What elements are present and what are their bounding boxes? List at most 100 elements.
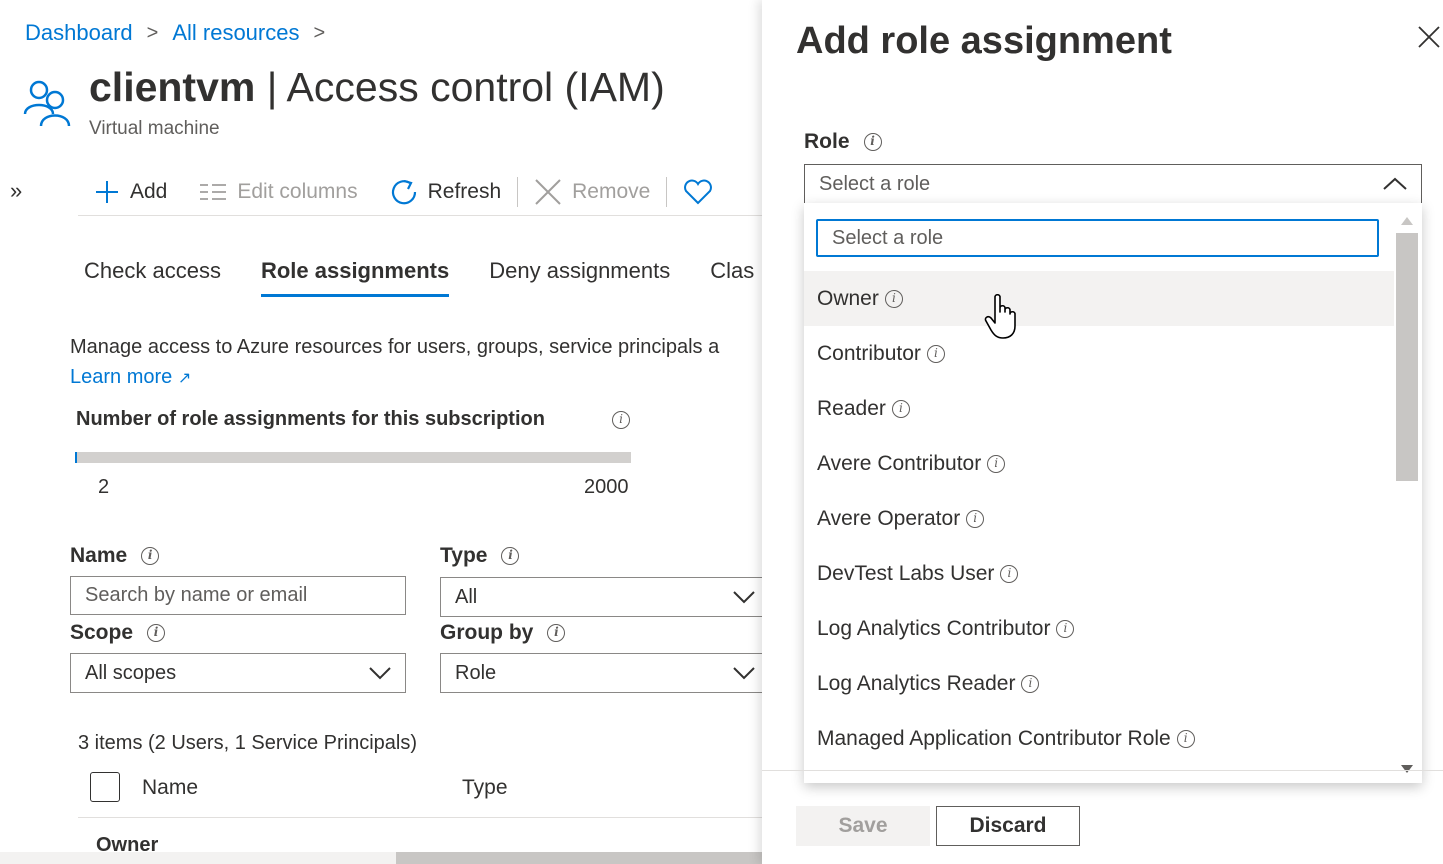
role-dropdown[interactable]: Select a role: [804, 164, 1422, 204]
role-count-current: 2: [98, 476, 110, 498]
info-icon[interactable]: i: [141, 547, 160, 565]
scroll-down-icon[interactable]: [1401, 765, 1413, 773]
scope-selected-value: All scopes: [85, 661, 177, 684]
horizontal-scrollbar-thumb[interactable]: [396, 852, 762, 864]
tab-bar: Check access Role assignments Deny assig…: [84, 258, 754, 297]
feedback-button[interactable]: [667, 179, 729, 205]
page-title: clientvm | Access control (IAM): [89, 64, 665, 111]
breadcrumb-all-resources[interactable]: All resources: [172, 20, 299, 46]
info-icon[interactable]: i: [966, 509, 985, 528]
info-icon[interactable]: i: [147, 624, 166, 642]
refresh-label: Refresh: [427, 179, 502, 203]
tab-classic-administrators[interactable]: Clas: [710, 258, 754, 297]
remove-button[interactable]: Remove: [518, 178, 666, 206]
role-option-devtest-labs-user[interactable]: DevTest Labs User i: [804, 546, 1394, 601]
info-icon[interactable]: i: [926, 344, 945, 363]
add-button[interactable]: Add: [78, 179, 183, 205]
info-icon[interactable]: i: [1021, 674, 1040, 693]
info-icon[interactable]: i: [863, 133, 882, 151]
info-icon[interactable]: i: [1056, 619, 1075, 638]
role-options-list: Owner i Contributor i Reader i Avere Contri…: [804, 271, 1394, 766]
tab-role-assignments[interactable]: Role assignments: [260, 258, 450, 297]
resource-type: Virtual machine: [89, 118, 220, 139]
external-link-icon: ↗: [177, 370, 192, 387]
role-option-avere-contributor[interactable]: Avere Contributor i: [804, 436, 1394, 491]
heart-icon: [684, 179, 713, 204]
panel-footer-divider: [762, 770, 1443, 771]
role-option-label: Contributor: [817, 341, 921, 365]
groupby-dropdown[interactable]: Role: [440, 653, 770, 693]
role-list-scrollbar-thumb[interactable]: [1396, 233, 1418, 481]
role-list-scrollbar[interactable]: [1396, 211, 1418, 779]
role-option-contributor[interactable]: Contributor i: [804, 326, 1394, 381]
groupby-label-text: Group by: [440, 621, 534, 644]
info-icon[interactable]: i: [891, 399, 910, 418]
resource-name: clientvm: [89, 64, 256, 110]
groupby-selected-value: Role: [455, 661, 497, 684]
role-option-log-analytics-contributor[interactable]: Log Analytics Contributor i: [804, 601, 1394, 656]
role-dropdown-placeholder: Select a role: [819, 172, 931, 195]
name-label-text: Name: [70, 544, 128, 567]
info-icon[interactable]: i: [1176, 729, 1195, 748]
plus-icon: [96, 180, 118, 203]
panel-title: Add role assignment: [796, 20, 1172, 62]
info-icon[interactable]: i: [612, 411, 630, 429]
column-header-type[interactable]: Type: [462, 776, 508, 800]
info-icon[interactable]: i: [547, 624, 566, 642]
expand-menu-icon[interactable]: »: [10, 178, 22, 204]
close-icon[interactable]: [1418, 26, 1440, 48]
role-count-progress: [75, 452, 631, 463]
role-option-owner[interactable]: Owner i: [804, 271, 1394, 326]
role-option-avere-operator[interactable]: Avere Operator i: [804, 491, 1394, 546]
role-option-label: Log Analytics Contributor: [817, 616, 1051, 640]
column-header-name[interactable]: Name: [142, 776, 198, 800]
role-option-reader[interactable]: Reader i: [804, 381, 1394, 436]
role-dropdown-menu: Select a role Owner i Contributor i Reader…: [804, 203, 1422, 783]
breadcrumb: Dashboard > All resources >: [25, 20, 325, 46]
select-all-checkbox[interactable]: [90, 772, 120, 802]
role-option-label: Reader: [817, 396, 886, 420]
chevron-right-icon: >: [146, 21, 159, 44]
info-icon[interactable]: i: [884, 289, 903, 308]
users-icon: [23, 80, 71, 127]
info-icon[interactable]: i: [501, 547, 520, 565]
groupby-filter-label: Group by i: [440, 621, 566, 645]
tab-deny-assignments[interactable]: Deny assignments: [489, 258, 670, 297]
role-option-label: Avere Contributor: [817, 451, 982, 475]
scroll-up-icon[interactable]: [1401, 217, 1413, 225]
name-search-input[interactable]: Search by name or email: [70, 576, 406, 615]
info-icon[interactable]: i: [987, 454, 1006, 473]
role-option-label: Managed Application Contributor Role: [817, 726, 1171, 750]
save-button[interactable]: Save: [796, 806, 930, 846]
edit-columns-button[interactable]: Edit columns: [183, 180, 373, 204]
chevron-right-icon: >: [313, 21, 326, 44]
learn-more-label: Learn more: [70, 366, 173, 388]
role-search-input[interactable]: Select a role: [816, 219, 1379, 257]
chevron-down-icon: [369, 667, 391, 680]
chevron-down-icon: [733, 591, 755, 604]
role-option-managed-application-contributor-role[interactable]: Managed Application Contributor Role i: [804, 711, 1394, 766]
discard-button[interactable]: Discard: [936, 806, 1080, 846]
columns-icon: [200, 183, 227, 200]
info-icon[interactable]: i: [1000, 564, 1019, 583]
role-option-label: Log Analytics Reader: [817, 671, 1016, 695]
role-option-label: Avere Operator: [817, 506, 961, 530]
role-field-label: Role i: [804, 130, 882, 154]
add-role-assignment-panel: Add role assignment Role i Select a role…: [762, 0, 1443, 864]
refresh-button[interactable]: Refresh: [374, 178, 518, 206]
table-header: Name Type: [78, 772, 768, 818]
type-label-text: Type: [440, 544, 488, 567]
type-dropdown[interactable]: All: [440, 577, 770, 617]
breadcrumb-dashboard[interactable]: Dashboard: [25, 20, 133, 46]
learn-more-link[interactable]: Learn more ↗: [70, 366, 191, 389]
role-option-log-analytics-reader[interactable]: Log Analytics Reader i: [804, 656, 1394, 711]
page-title-suffix: Access control (IAM): [286, 64, 665, 110]
horizontal-scrollbar[interactable]: [0, 852, 762, 864]
tab-check-access[interactable]: Check access: [84, 258, 221, 297]
refresh-icon: [391, 179, 416, 204]
scope-dropdown[interactable]: All scopes: [70, 653, 406, 693]
remove-label: Remove: [572, 179, 651, 203]
items-summary: 3 items (2 Users, 1 Service Principals): [78, 732, 417, 754]
type-selected-value: All: [455, 585, 478, 608]
add-label: Add: [130, 179, 168, 203]
